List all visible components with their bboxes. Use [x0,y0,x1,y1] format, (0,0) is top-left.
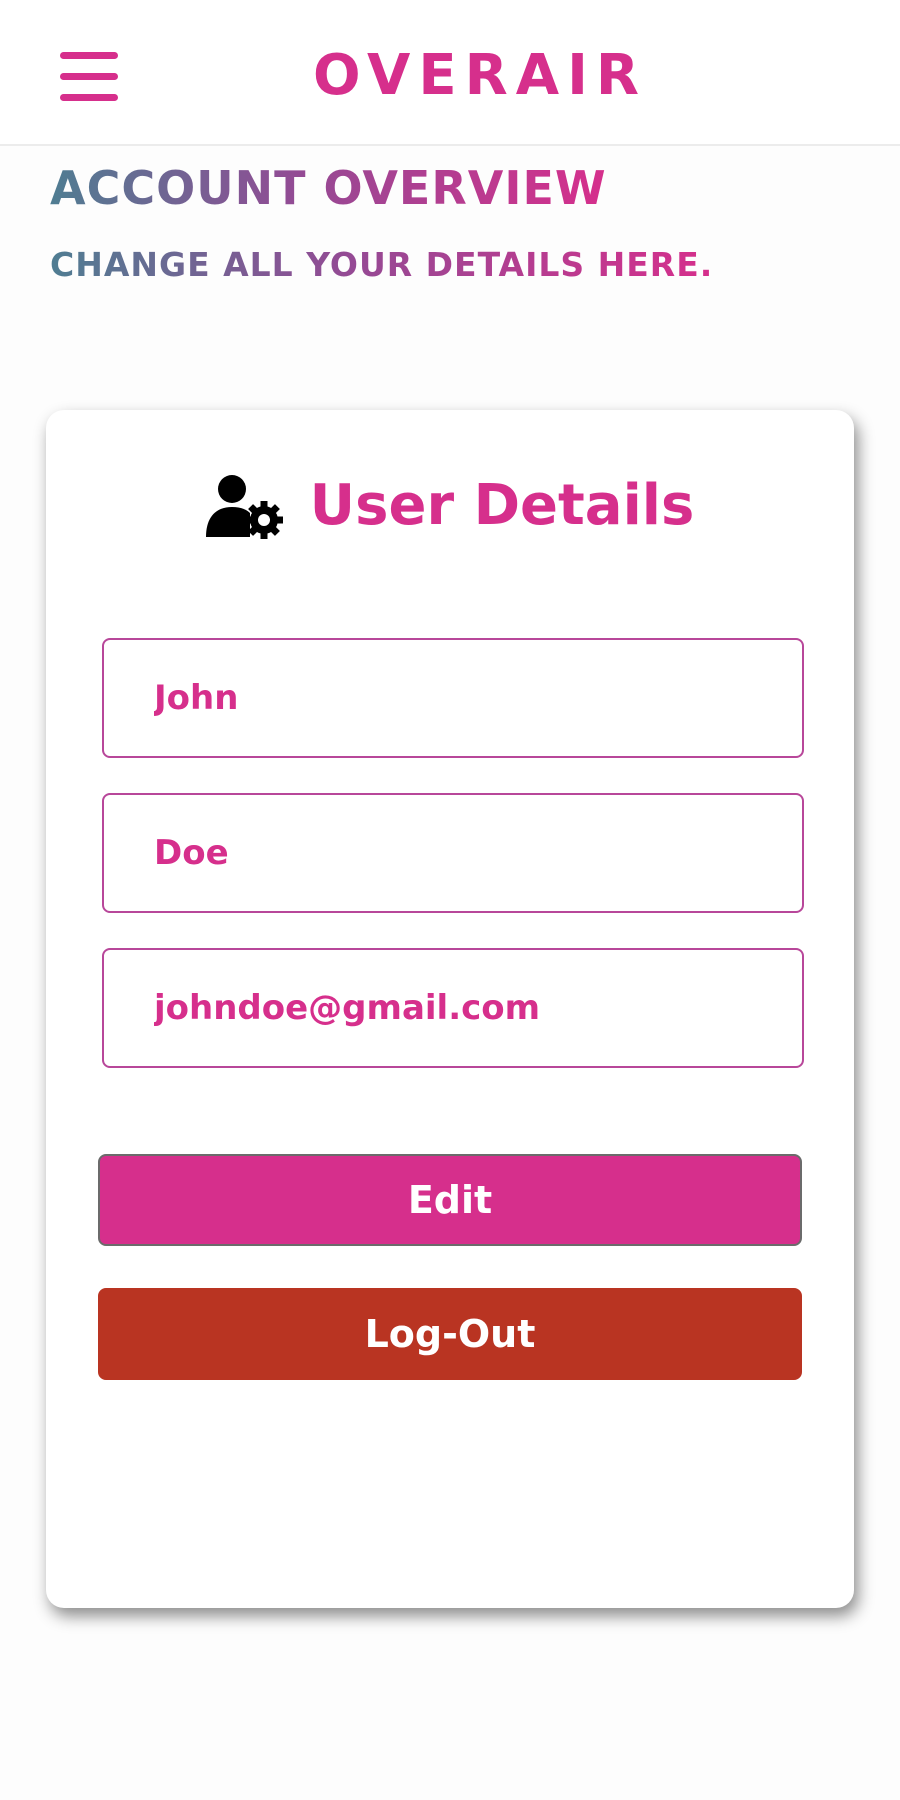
card-header: User Details [46,466,854,546]
first-name-field[interactable] [102,638,804,758]
brand-logo[interactable]: OVERAIR [0,44,900,108]
edit-button[interactable]: Edit [98,1154,802,1246]
card-title: User Details [309,473,695,538]
user-details-card: User Details Edit Log-Out [46,410,854,1608]
last-name-field[interactable] [102,793,804,913]
page-subtitle: CHANGE ALL YOUR DETAILS HERE. [50,245,714,284]
top-navigation-bar: OVERAIR [0,0,900,146]
page-title: ACCOUNT OVERVIEW [50,161,607,215]
logout-button[interactable]: Log-Out [98,1288,802,1380]
email-field[interactable] [102,948,804,1068]
user-gear-icon [205,475,283,539]
